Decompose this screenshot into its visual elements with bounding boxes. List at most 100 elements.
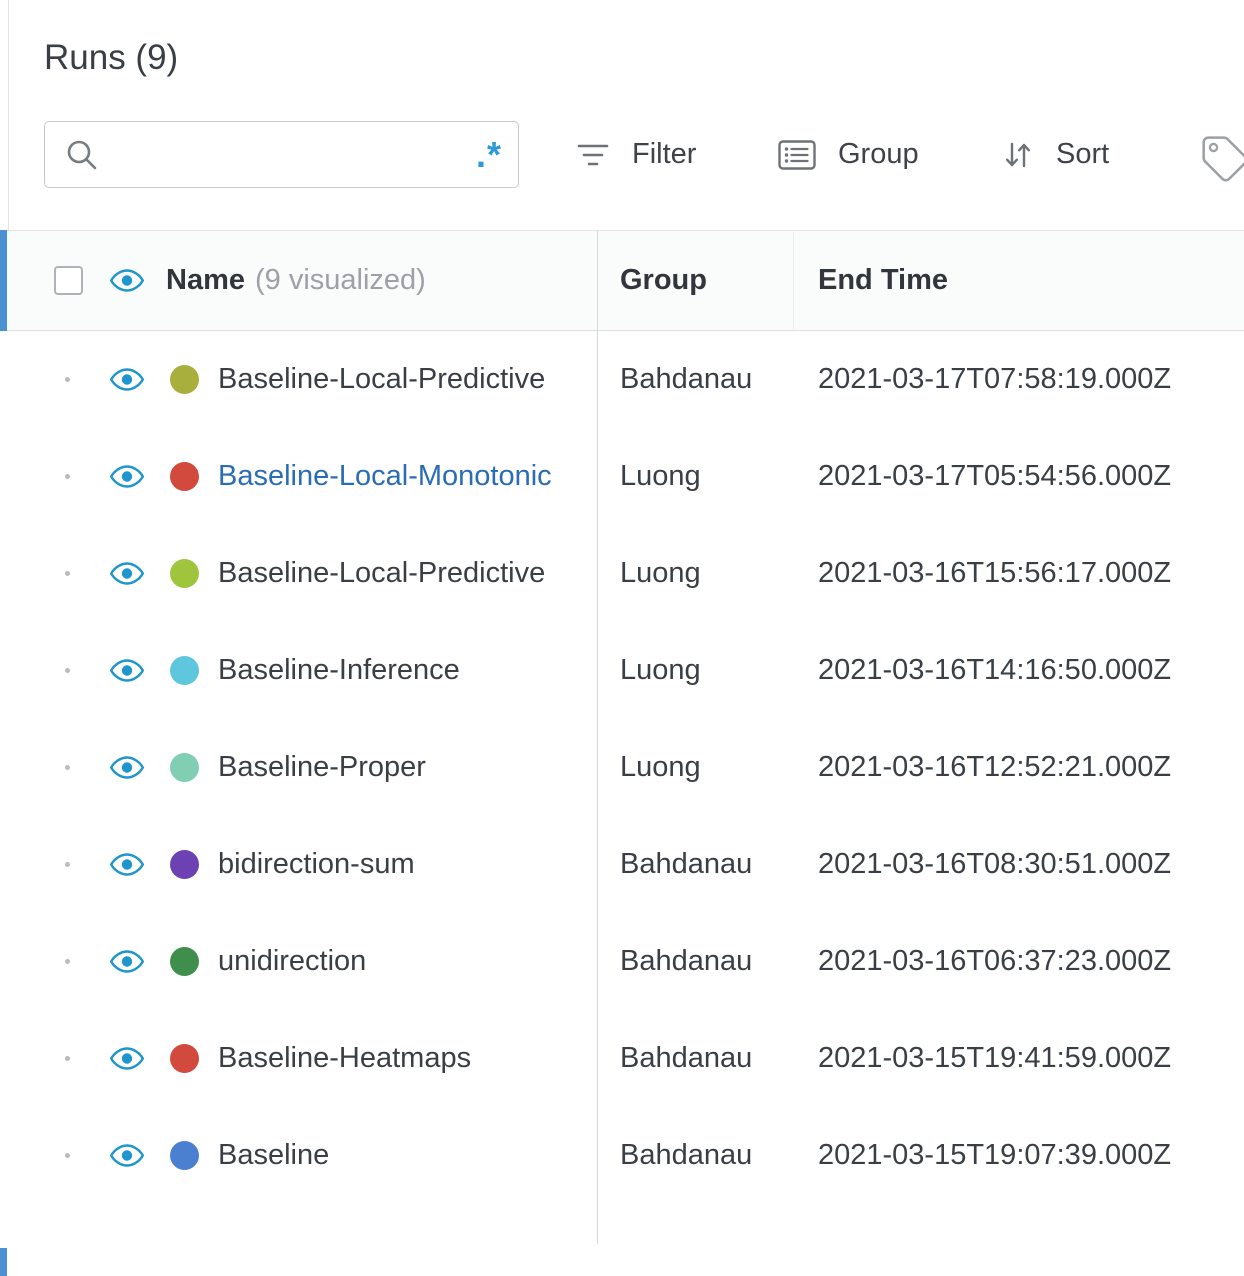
page-title: Runs (9) xyxy=(44,38,179,77)
runs-rows: Baseline-Local-Predictive Bahdanau 2021-… xyxy=(0,331,1244,1204)
run-color-dot[interactable] xyxy=(170,559,199,588)
run-name-cell: Baseline-Local-Predictive xyxy=(0,557,597,590)
column-header-end-time[interactable]: End Time xyxy=(818,264,1244,297)
run-name-link[interactable]: Baseline-Local-Monotonic xyxy=(218,460,552,493)
run-name-link[interactable]: Baseline-Local-Predictive xyxy=(218,363,545,396)
run-end-time: 2021-03-17T07:58:19.000Z xyxy=(818,363,1172,395)
table-row[interactable]: Baseline-Proper Luong 2021-03-16T12:52:2… xyxy=(0,719,1244,816)
run-end-time: 2021-03-16T08:30:51.000Z xyxy=(818,848,1172,880)
run-group: Luong xyxy=(620,654,701,686)
visibility-eye-icon[interactable] xyxy=(110,659,144,682)
run-name-link[interactable]: bidirection-sum xyxy=(218,848,415,881)
sort-label: Sort xyxy=(1056,138,1110,170)
drag-handle-dot[interactable] xyxy=(65,571,70,576)
run-name-link[interactable]: Baseline xyxy=(218,1139,329,1172)
group-icon xyxy=(778,139,816,170)
filter-button[interactable]: Filter xyxy=(576,121,696,188)
run-color-dot[interactable] xyxy=(170,656,199,685)
run-color-dot[interactable] xyxy=(170,462,199,491)
run-name-cell: Baseline xyxy=(0,1139,597,1172)
visibility-all-eye-icon[interactable] xyxy=(110,269,144,292)
run-color-dot[interactable] xyxy=(170,850,199,879)
scroll-accent-top xyxy=(0,230,7,331)
table-row[interactable]: Baseline-Local-Monotonic Luong 2021-03-1… xyxy=(0,428,1244,525)
run-group: Bahdanau xyxy=(620,945,753,977)
run-group: Luong xyxy=(620,557,701,589)
run-end-time: 2021-03-15T19:07:39.000Z xyxy=(818,1139,1172,1171)
run-name-link[interactable]: Baseline-Heatmaps xyxy=(218,1042,471,1075)
regex-toggle-icon[interactable]: .* xyxy=(476,136,502,173)
table-row[interactable]: unidirection Bahdanau 2021-03-16T06:37:2… xyxy=(0,913,1244,1010)
visibility-eye-icon[interactable] xyxy=(110,1144,144,1167)
run-name-cell: Baseline-Proper xyxy=(0,751,597,784)
run-color-dot[interactable] xyxy=(170,947,199,976)
drag-handle-dot[interactable] xyxy=(65,1153,70,1158)
drag-handle-dot[interactable] xyxy=(65,377,70,382)
run-name-link[interactable]: Baseline-Proper xyxy=(218,751,426,784)
table-row[interactable]: Baseline-Inference Luong 2021-03-16T14:1… xyxy=(0,622,1244,719)
group-button[interactable]: Group xyxy=(778,121,919,188)
run-name-link[interactable]: Baseline-Local-Predictive xyxy=(218,557,545,590)
filter-label: Filter xyxy=(632,138,697,170)
column-header-group[interactable]: Group xyxy=(620,264,818,297)
visibility-eye-icon[interactable] xyxy=(110,853,144,876)
run-group: Bahdanau xyxy=(620,1139,753,1171)
run-color-dot[interactable] xyxy=(170,365,199,394)
visibility-eye-icon[interactable] xyxy=(110,756,144,779)
run-group: Luong xyxy=(620,751,701,783)
run-name-cell: Baseline-Local-Predictive xyxy=(0,363,597,396)
runs-search-box[interactable]: .* xyxy=(44,121,519,188)
filter-icon xyxy=(576,142,610,168)
table-row[interactable]: Baseline Bahdanau 2021-03-15T19:07:39.00… xyxy=(0,1107,1244,1204)
column-header-name[interactable]: Name xyxy=(166,264,245,297)
run-end-time: 2021-03-16T12:52:21.000Z xyxy=(818,751,1172,783)
drag-handle-dot[interactable] xyxy=(65,959,70,964)
run-name-cell: Baseline-Local-Monotonic xyxy=(0,460,597,493)
visualized-count: (9 visualized) xyxy=(255,264,426,296)
sort-button[interactable]: Sort xyxy=(1002,121,1109,188)
column-divider-group-end xyxy=(793,232,794,329)
drag-handle-dot[interactable] xyxy=(65,1056,70,1061)
visibility-eye-icon[interactable] xyxy=(110,562,144,585)
sort-icon xyxy=(1002,139,1034,171)
run-end-time: 2021-03-17T05:54:56.000Z xyxy=(818,460,1172,492)
header-name-cell: Name (9 visualized) xyxy=(0,264,597,297)
tag-icon[interactable] xyxy=(1202,136,1244,187)
visibility-eye-icon[interactable] xyxy=(110,465,144,488)
select-all-checkbox[interactable] xyxy=(54,266,83,295)
run-name-link[interactable]: Baseline-Inference xyxy=(218,654,460,687)
run-end-time: 2021-03-15T19:41:59.000Z xyxy=(818,1042,1172,1074)
run-name-cell: Baseline-Heatmaps xyxy=(0,1042,597,1075)
run-end-time: 2021-03-16T15:56:17.000Z xyxy=(818,557,1172,589)
column-resize-divider[interactable] xyxy=(597,230,598,1244)
visibility-eye-icon[interactable] xyxy=(110,1047,144,1070)
run-color-dot[interactable] xyxy=(170,1141,199,1170)
run-color-dot[interactable] xyxy=(170,1044,199,1073)
drag-handle-dot[interactable] xyxy=(65,474,70,479)
table-row[interactable]: Baseline-Heatmaps Bahdanau 2021-03-15T19… xyxy=(0,1010,1244,1107)
table-header-row: Name (9 visualized) Group End Time xyxy=(0,230,1244,331)
runs-panel: Runs (9) .* Filter Group Sort Name (9 vi… xyxy=(0,0,1244,1276)
run-color-dot[interactable] xyxy=(170,753,199,782)
run-group: Bahdanau xyxy=(620,848,753,880)
run-end-time: 2021-03-16T14:16:50.000Z xyxy=(818,654,1172,686)
run-group: Bahdanau xyxy=(620,363,753,395)
run-group: Luong xyxy=(620,460,701,492)
scroll-accent-bottom xyxy=(0,1248,7,1276)
search-input[interactable] xyxy=(111,137,476,172)
drag-handle-dot[interactable] xyxy=(65,862,70,867)
table-row[interactable]: Baseline-Local-Predictive Bahdanau 2021-… xyxy=(0,331,1244,428)
run-group: Bahdanau xyxy=(620,1042,753,1074)
table-row[interactable]: bidirection-sum Bahdanau 2021-03-16T08:3… xyxy=(0,816,1244,913)
table-row[interactable]: Baseline-Local-Predictive Luong 2021-03-… xyxy=(0,525,1244,622)
drag-handle-dot[interactable] xyxy=(65,765,70,770)
run-name-link[interactable]: unidirection xyxy=(218,945,366,978)
visibility-eye-icon[interactable] xyxy=(110,950,144,973)
search-icon xyxy=(65,138,99,172)
run-name-cell: unidirection xyxy=(0,945,597,978)
visibility-eye-icon[interactable] xyxy=(110,368,144,391)
drag-handle-dot[interactable] xyxy=(65,668,70,673)
run-name-cell: Baseline-Inference xyxy=(0,654,597,687)
group-label: Group xyxy=(838,138,919,170)
run-name-cell: bidirection-sum xyxy=(0,848,597,881)
